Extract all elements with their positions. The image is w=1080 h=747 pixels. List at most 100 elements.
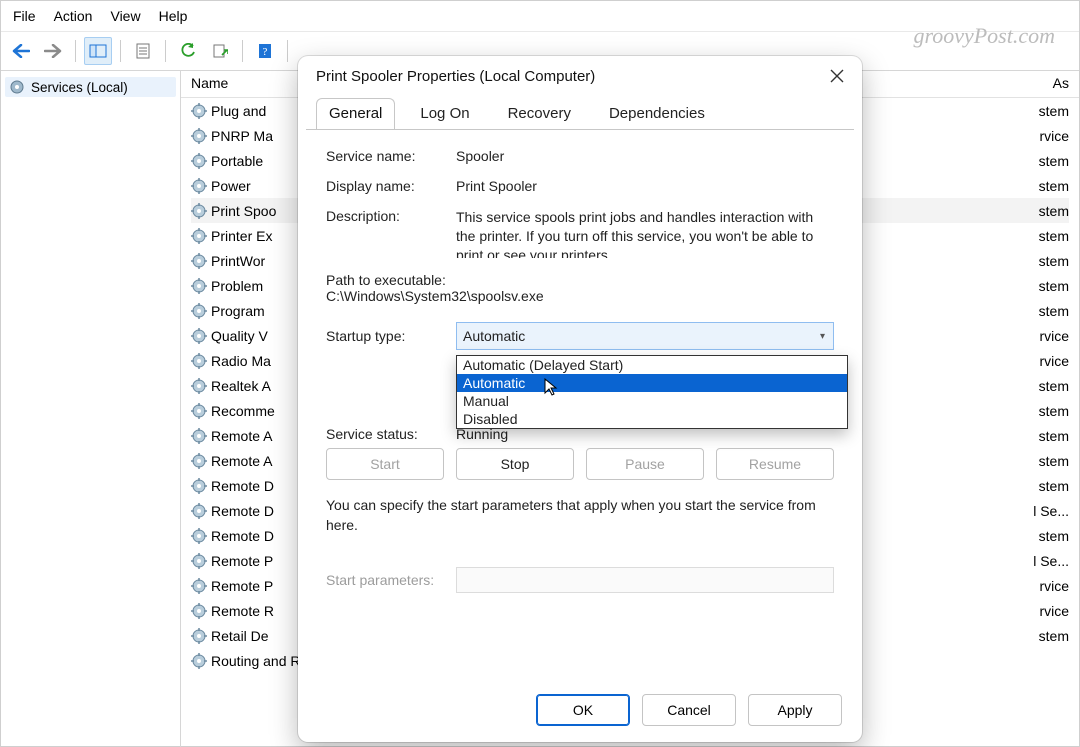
ok-button[interactable]: OK bbox=[536, 694, 630, 726]
cancel-button[interactable]: Cancel bbox=[642, 694, 736, 726]
service-right-fragment: stem bbox=[1039, 178, 1069, 194]
label-service-status: Service status: bbox=[326, 426, 456, 442]
stop-button[interactable]: Stop bbox=[456, 448, 574, 480]
label-path: Path to executable: bbox=[326, 272, 834, 288]
dialog-tabs: General Log On Recovery Dependencies bbox=[306, 98, 854, 130]
properties-dialog: Print Spooler Properties (Local Computer… bbox=[298, 56, 862, 742]
properties-button[interactable] bbox=[129, 37, 157, 65]
dialog-titlebar[interactable]: Print Spooler Properties (Local Computer… bbox=[298, 56, 862, 94]
service-right-fragment: stem bbox=[1039, 278, 1069, 294]
startup-type-dropdown: Automatic (Delayed Start) Automatic Manu… bbox=[456, 355, 848, 429]
service-name: Remote A bbox=[211, 453, 272, 469]
label-service-name: Service name: bbox=[326, 148, 456, 164]
services-console: groovyPost.com File Action View Help bbox=[0, 0, 1080, 747]
gear-icon bbox=[191, 278, 207, 294]
service-name: Program bbox=[211, 303, 265, 319]
menu-help[interactable]: Help bbox=[159, 8, 188, 24]
apply-button[interactable]: Apply bbox=[748, 694, 842, 726]
tab-dependencies[interactable]: Dependencies bbox=[596, 98, 718, 130]
start-params-input[interactable] bbox=[456, 567, 834, 593]
service-right-fragment: stem bbox=[1039, 453, 1069, 469]
console-tree: Services (Local) bbox=[1, 71, 181, 747]
service-name: Retail De bbox=[211, 628, 269, 644]
toolbar-separator bbox=[75, 40, 76, 62]
service-right-fragment: l Se... bbox=[1033, 553, 1069, 569]
label-description: Description: bbox=[326, 208, 456, 258]
toolbar-separator bbox=[242, 40, 243, 62]
back-button[interactable] bbox=[7, 37, 35, 65]
service-right-fragment: stem bbox=[1039, 428, 1069, 444]
pause-button[interactable]: Pause bbox=[586, 448, 704, 480]
gear-icon bbox=[191, 503, 207, 519]
dropdown-option-delayed[interactable]: Automatic (Delayed Start) bbox=[457, 356, 847, 374]
service-right-fragment: stem bbox=[1039, 628, 1069, 644]
gear-icon bbox=[191, 228, 207, 244]
start-button[interactable]: Start bbox=[326, 448, 444, 480]
dropdown-option-manual[interactable]: Manual bbox=[457, 392, 847, 410]
startup-type-value: Automatic bbox=[463, 328, 525, 344]
tree-item-label: Services (Local) bbox=[31, 80, 128, 95]
toolbar-separator bbox=[120, 40, 121, 62]
gear-icon bbox=[191, 153, 207, 169]
service-name: Recomme bbox=[211, 403, 275, 419]
service-name: Problem bbox=[211, 278, 263, 294]
service-right-fragment: stem bbox=[1039, 103, 1069, 119]
gear-icon bbox=[191, 528, 207, 544]
gear-icon bbox=[191, 203, 207, 219]
gear-icon bbox=[191, 103, 207, 119]
dropdown-option-automatic[interactable]: Automatic bbox=[457, 374, 847, 392]
menu-file[interactable]: File bbox=[13, 8, 36, 24]
service-right-fragment: rvice bbox=[1039, 353, 1069, 369]
toolbar-separator bbox=[165, 40, 166, 62]
service-right-fragment: stem bbox=[1039, 403, 1069, 419]
service-right-fragment: stem bbox=[1039, 228, 1069, 244]
tab-general[interactable]: General bbox=[316, 98, 395, 130]
toolbar-separator bbox=[287, 40, 288, 62]
service-name: Remote P bbox=[211, 578, 273, 594]
service-name: PNRP Ma bbox=[211, 128, 273, 144]
service-name: Radio Ma bbox=[211, 353, 271, 369]
service-name: Remote A bbox=[211, 428, 272, 444]
tab-panel-general: Service name: Spooler Display name: Prin… bbox=[306, 129, 854, 684]
refresh-button[interactable] bbox=[174, 37, 202, 65]
value-path: C:\Windows\System32\spoolsv.exe bbox=[326, 288, 834, 304]
label-startup-type: Startup type: bbox=[326, 328, 456, 344]
label-start-params: Start parameters: bbox=[326, 572, 456, 588]
service-right-fragment: stem bbox=[1039, 528, 1069, 544]
startup-type-select[interactable]: Automatic ▾ bbox=[456, 322, 834, 350]
gear-icon bbox=[191, 378, 207, 394]
close-button[interactable] bbox=[820, 62, 854, 90]
service-right-fragment: stem bbox=[1039, 303, 1069, 319]
value-display-name: Print Spooler bbox=[456, 178, 834, 194]
menu-action[interactable]: Action bbox=[54, 8, 93, 24]
service-name: Remote D bbox=[211, 503, 274, 519]
service-name: PrintWor bbox=[211, 253, 265, 269]
gear-icon bbox=[191, 353, 207, 369]
gear-icon bbox=[9, 79, 25, 95]
show-hide-tree-button[interactable] bbox=[84, 37, 112, 65]
dialog-footer: OK Cancel Apply bbox=[306, 684, 854, 732]
forward-button[interactable] bbox=[39, 37, 67, 65]
service-right-fragment: rvice bbox=[1039, 128, 1069, 144]
dropdown-option-disabled[interactable]: Disabled bbox=[457, 410, 847, 428]
service-right-fragment: stem bbox=[1039, 478, 1069, 494]
service-right-fragment: stem bbox=[1039, 203, 1069, 219]
export-button[interactable] bbox=[206, 37, 234, 65]
tab-log-on[interactable]: Log On bbox=[407, 98, 482, 130]
menu-view[interactable]: View bbox=[110, 8, 140, 24]
resume-button[interactable]: Resume bbox=[716, 448, 834, 480]
gear-icon bbox=[191, 178, 207, 194]
service-right-fragment: l Se... bbox=[1033, 503, 1069, 519]
label-display-name: Display name: bbox=[326, 178, 456, 194]
value-description: This service spools print jobs and handl… bbox=[456, 208, 834, 258]
service-right-fragment: rvice bbox=[1039, 578, 1069, 594]
tab-recovery[interactable]: Recovery bbox=[495, 98, 584, 130]
close-icon bbox=[830, 69, 844, 83]
service-name: Printer Ex bbox=[211, 228, 272, 244]
gear-icon bbox=[191, 253, 207, 269]
tree-item-services-local[interactable]: Services (Local) bbox=[5, 77, 176, 97]
value-service-name: Spooler bbox=[456, 148, 834, 164]
help-button[interactable]: ? bbox=[251, 37, 279, 65]
menu-bar: File Action View Help bbox=[1, 1, 1079, 32]
service-name: Power bbox=[211, 178, 251, 194]
